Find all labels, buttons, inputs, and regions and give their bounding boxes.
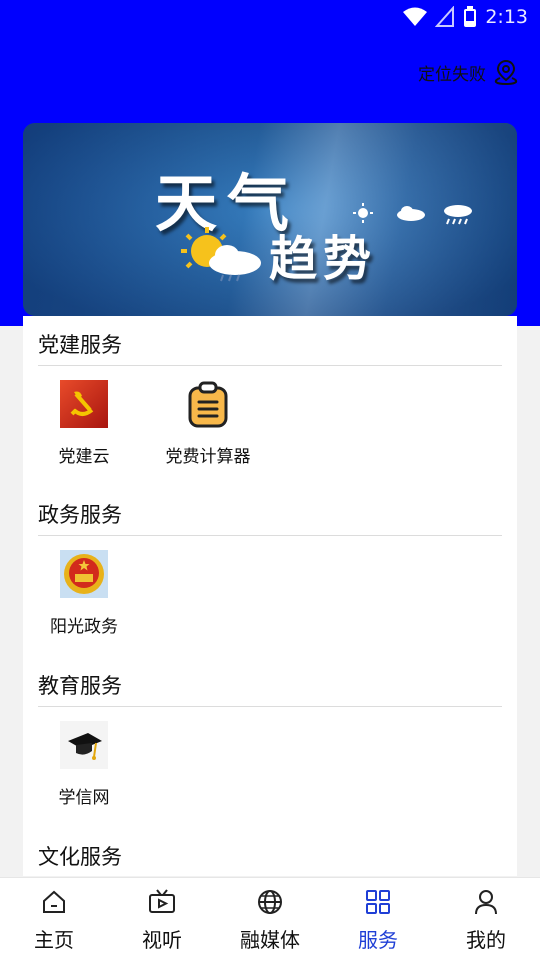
section-culture-services: 文化服务 <box>38 840 502 876</box>
service-chsi[interactable]: 学信网 <box>38 721 130 808</box>
battery-icon <box>464 6 477 27</box>
section-party-services: 党建服务 党建云 党费计算器 <box>38 328 502 467</box>
service-label: 阳光政务 <box>50 617 118 637</box>
national-emblem-icon <box>60 550 108 598</box>
status-bar: 2:13 <box>0 0 540 36</box>
service-label: 党费计算器 <box>165 447 251 467</box>
section-title: 政务服务 <box>38 498 502 536</box>
section-title: 文化服务 <box>38 840 502 876</box>
tab-audio-video[interactable]: 视听 <box>108 878 216 960</box>
services-card: 党建服务 党建云 党费计算器 政务服务 阳光政务 教育服务 学信网 文化服务 <box>23 316 517 876</box>
service-label: 党建云 <box>58 447 110 467</box>
service-sunshine-government[interactable]: 阳光政务 <box>38 550 130 637</box>
status-time: 2:13 <box>485 6 528 28</box>
clipboard-icon <box>188 381 228 428</box>
tv-icon <box>149 889 175 913</box>
section-government-services: 政务服务 阳光政务 <box>38 498 502 637</box>
graduation-cap-icon <box>60 721 108 769</box>
bottom-tab-bar: 主页 视听 融媒体 服务 我的 <box>0 877 540 960</box>
service-label: 学信网 <box>58 788 110 808</box>
location-pin-icon <box>494 59 518 86</box>
location-text: 定位失败 <box>418 64 486 85</box>
section-education-services: 教育服务 学信网 <box>38 669 502 808</box>
tab-label: 服务 <box>358 928 398 952</box>
weather-mini-icons <box>353 203 472 225</box>
tab-label: 视听 <box>142 928 182 952</box>
tab-label: 主页 <box>34 928 74 952</box>
tab-label: 我的 <box>466 928 506 952</box>
tab-mine[interactable]: 我的 <box>432 878 540 960</box>
person-icon <box>475 890 497 915</box>
tab-label: 融媒体 <box>240 928 300 952</box>
tab-services[interactable]: 服务 <box>324 878 432 960</box>
weather-banner[interactable]: 天气 趋势 <box>23 123 517 316</box>
section-title: 教育服务 <box>38 669 502 707</box>
signal-icon <box>435 6 455 27</box>
service-party-cloud[interactable]: 党建云 <box>38 380 130 467</box>
globe-icon <box>258 890 282 914</box>
section-title: 党建服务 <box>38 328 502 366</box>
tab-media[interactable]: 融媒体 <box>216 878 324 960</box>
grid-icon <box>366 890 390 914</box>
sun-cloud-icon <box>181 227 261 282</box>
home-icon <box>43 890 65 913</box>
party-flag-icon <box>60 380 108 428</box>
banner-title-line2: 趋势 <box>269 231 378 287</box>
location-button[interactable]: 定位失败 <box>418 58 520 86</box>
tab-home[interactable]: 主页 <box>0 878 108 960</box>
wifi-icon <box>403 7 428 26</box>
service-party-fee-calculator[interactable]: 党费计算器 <box>130 380 286 467</box>
